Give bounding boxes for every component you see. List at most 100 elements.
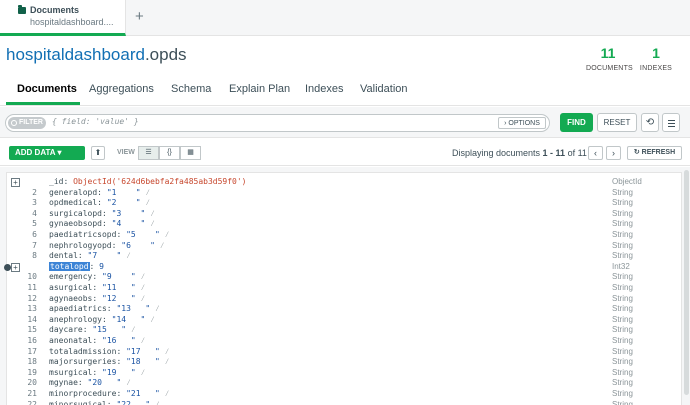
expand-icon[interactable]: + bbox=[11, 178, 20, 187]
document-field-row[interactable]: 4 surgicalopd: "3 " ⁄ String bbox=[7, 209, 683, 220]
field-value[interactable]: "7 " bbox=[88, 251, 122, 260]
add-data-button[interactable]: ADD DATA ▾ bbox=[9, 146, 85, 160]
json-view-icon[interactable]: {} bbox=[159, 146, 180, 160]
scrollbar[interactable] bbox=[684, 170, 689, 395]
field-type[interactable]: String bbox=[612, 272, 633, 283]
field-key[interactable]: opdmedical bbox=[49, 198, 97, 207]
field-type[interactable]: String bbox=[612, 389, 633, 400]
field-key[interactable]: msurgical bbox=[49, 368, 92, 377]
field-value[interactable]: "13 " bbox=[116, 304, 150, 313]
document-field-row[interactable]: 7 nephrologyopd: "6 " ⁄ String bbox=[7, 241, 683, 252]
field-key[interactable]: surgicalopd bbox=[49, 209, 102, 218]
field-type[interactable]: String bbox=[612, 347, 633, 358]
expand-icon[interactable]: + bbox=[11, 262, 20, 272]
field-key[interactable]: emergency bbox=[49, 272, 92, 281]
field-value[interactable]: "12 " bbox=[102, 294, 136, 303]
field-key[interactable]: anephrology bbox=[49, 315, 102, 324]
field-type[interactable]: String bbox=[612, 283, 633, 294]
document-field-row[interactable]: 18 majorsurgeries: "18 " ⁄ String bbox=[7, 357, 683, 368]
prev-page-button[interactable]: ‹ bbox=[588, 146, 603, 160]
field-type[interactable]: String bbox=[612, 400, 633, 405]
field-value[interactable]: "6 " bbox=[121, 241, 155, 250]
tab-documents-view[interactable]: Documents bbox=[17, 83, 77, 95]
field-key[interactable]: dental bbox=[49, 251, 78, 260]
document-field-row[interactable]: 2 generalopd: "1 " ⁄ String bbox=[7, 188, 683, 199]
export-icon[interactable]: ⬆ bbox=[91, 146, 105, 160]
field-value[interactable]: "18 " bbox=[126, 357, 160, 366]
filter-pill[interactable]: FILTER bbox=[8, 117, 46, 129]
list-view-icon[interactable]: ☰ bbox=[138, 146, 159, 160]
field-value[interactable]: "5 " bbox=[126, 230, 160, 239]
field-type[interactable]: String bbox=[612, 357, 633, 368]
document-field-row[interactable]: 17 totaladmission: "17 " ⁄ String bbox=[7, 347, 683, 358]
field-value[interactable]: "20 " bbox=[88, 378, 122, 387]
tab-explain-plan[interactable]: Explain Plan bbox=[229, 83, 290, 95]
field-key[interactable]: asurgical bbox=[49, 283, 92, 292]
field-key[interactable]: minorprocedure bbox=[49, 389, 116, 398]
field-key[interactable]: apaediatrics bbox=[49, 304, 107, 313]
field-type[interactable]: String bbox=[612, 230, 633, 241]
field-type[interactable]: String bbox=[612, 241, 633, 252]
field-value[interactable]: "4 " bbox=[112, 219, 146, 228]
field-value[interactable]: ObjectId('624d6bebfa2fa485ab3d59f0') bbox=[73, 177, 246, 186]
field-value[interactable]: "14 " bbox=[112, 315, 146, 324]
field-value[interactable]: "16 " bbox=[102, 336, 136, 345]
field-key[interactable]: totalopd bbox=[49, 261, 90, 271]
document-field-row[interactable]: 13 apaediatrics: "13 " ⁄ String bbox=[7, 304, 683, 315]
field-value[interactable]: "22 " bbox=[116, 400, 150, 405]
field-type[interactable]: String bbox=[612, 219, 633, 230]
field-type[interactable]: String bbox=[612, 325, 633, 336]
document-field-row[interactable]: 5 gynaeobsopd: "4 " ⁄ String bbox=[7, 219, 683, 230]
document-field-row[interactable]: 15 daycare: "15 " ⁄ String bbox=[7, 325, 683, 336]
document-field-row[interactable]: 3 opdmedical: "2 " ⁄ String bbox=[7, 198, 683, 209]
field-key[interactable]: daycare bbox=[49, 325, 83, 334]
document-field-row[interactable]: 8 dental: "7 " ⁄ String bbox=[7, 251, 683, 262]
document-field-row[interactable]: 11 asurgical: "11 " ⁄ String bbox=[7, 283, 683, 294]
add-tab-button[interactable]: + bbox=[135, 8, 144, 26]
field-type[interactable]: String bbox=[612, 188, 633, 199]
field-type[interactable]: String bbox=[612, 294, 633, 305]
field-key[interactable]: gynaeobsopd bbox=[49, 219, 102, 228]
document-field-row[interactable]: + _id: ObjectId('624d6bebfa2fa485ab3d59f0… bbox=[7, 177, 683, 188]
field-value[interactable]: "1 " bbox=[107, 188, 141, 197]
find-button[interactable]: FIND bbox=[560, 113, 593, 132]
document-field-row[interactable]: 19 msurgical: "19 " ⁄ String bbox=[7, 368, 683, 379]
field-key[interactable]: paediatricsopd bbox=[49, 230, 116, 239]
field-type[interactable]: String bbox=[612, 336, 633, 347]
database-name[interactable]: hospitaldashboard bbox=[6, 45, 145, 64]
field-value[interactable]: "2 " bbox=[107, 198, 141, 207]
document-field-row[interactable]: 12 agynaeobs: "12 " ⁄ String bbox=[7, 294, 683, 305]
field-key[interactable]: generalopd bbox=[49, 188, 97, 197]
field-type[interactable]: String bbox=[612, 304, 633, 315]
menu-icon[interactable] bbox=[662, 113, 680, 132]
table-view-icon[interactable]: ▦ bbox=[180, 146, 201, 160]
history-icon[interactable]: ⟲ bbox=[641, 113, 659, 132]
field-type[interactable]: String bbox=[612, 251, 633, 262]
document-field-row[interactable]: + totalopd: 9 Int32 bbox=[4, 261, 683, 273]
tab-documents[interactable]: Documents hospitaldashboard.... bbox=[0, 0, 126, 36]
refresh-button[interactable]: ↻ REFRESH bbox=[627, 146, 682, 160]
field-value[interactable]: "19 " bbox=[102, 368, 136, 377]
field-type[interactable]: String bbox=[612, 315, 633, 326]
field-value[interactable]: 9 bbox=[99, 262, 104, 271]
document-card[interactable]: + _id: ObjectId('624d6bebfa2fa485ab3d59f0… bbox=[4, 172, 683, 405]
tab-indexes[interactable]: Indexes bbox=[305, 83, 344, 95]
document-field-row[interactable]: 14 anephrology: "14 " ⁄ String bbox=[7, 315, 683, 326]
field-value[interactable]: "15 " bbox=[92, 325, 126, 334]
document-field-row[interactable]: 16 aneonatal: "16 " ⁄ String bbox=[7, 336, 683, 347]
document-field-row[interactable]: 10 emergency: "9 " ⁄ String bbox=[7, 272, 683, 283]
field-type[interactable]: Int32 bbox=[612, 262, 630, 273]
field-value[interactable]: "3 " bbox=[112, 209, 146, 218]
field-value[interactable]: "9 " bbox=[102, 272, 136, 281]
field-key[interactable]: aneonatal bbox=[49, 336, 92, 345]
tab-validation[interactable]: Validation bbox=[360, 83, 408, 95]
next-page-button[interactable]: › bbox=[606, 146, 621, 160]
field-value[interactable]: "21 " bbox=[126, 389, 160, 398]
field-key[interactable]: totaladmission bbox=[49, 347, 116, 356]
field-value[interactable]: "11 " bbox=[102, 283, 136, 292]
document-field-row[interactable]: 20 mgynae: "20 " ⁄ String bbox=[7, 378, 683, 389]
field-key[interactable]: _id bbox=[49, 177, 63, 186]
field-type[interactable]: String bbox=[612, 378, 633, 389]
field-type[interactable]: String bbox=[612, 368, 633, 379]
options-button[interactable]: › OPTIONS bbox=[498, 117, 546, 129]
